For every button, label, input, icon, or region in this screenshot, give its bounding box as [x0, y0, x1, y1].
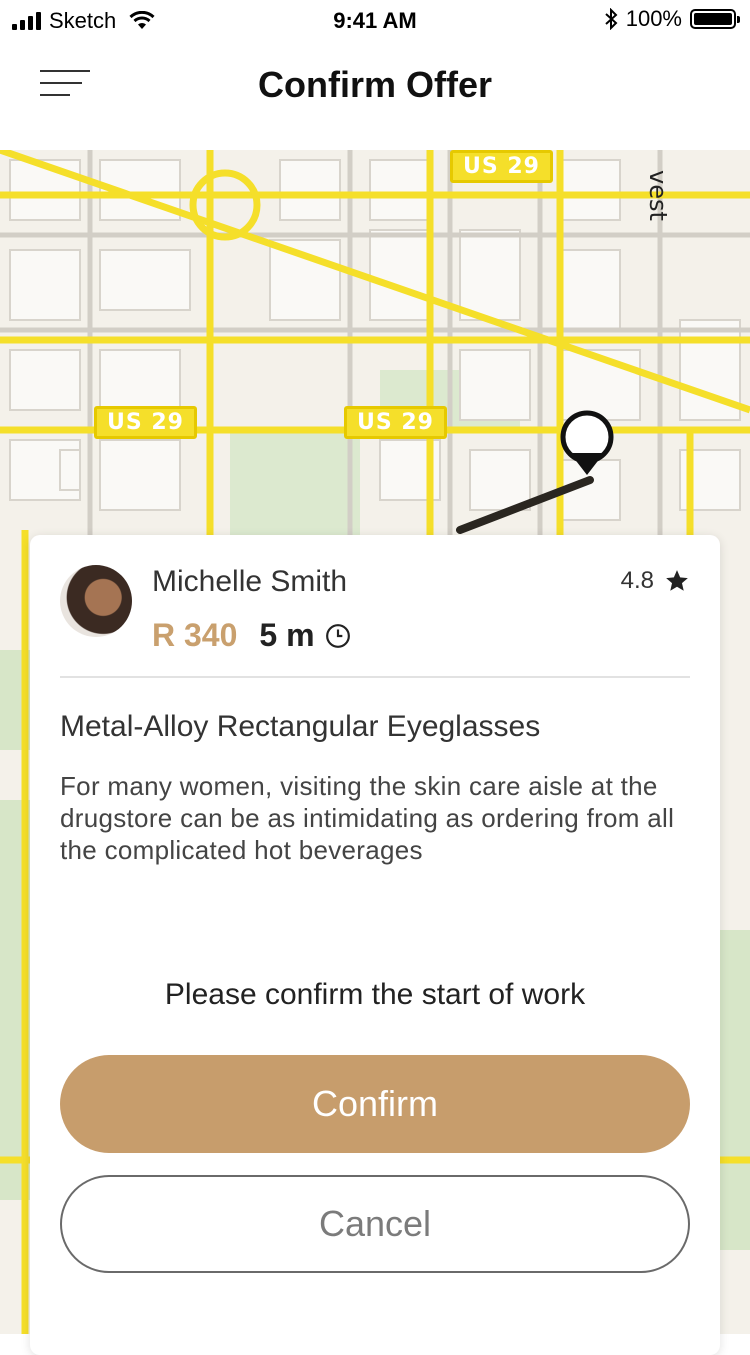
- item-description: For many women, visiting the skin care a…: [60, 771, 675, 865]
- rating-value: 4.8: [620, 567, 654, 594]
- price-row: R 340 5 m: [152, 617, 351, 654]
- nav-bar: Confirm Offer: [0, 40, 750, 150]
- divider: [60, 676, 690, 678]
- route-label: US 29: [450, 150, 553, 183]
- offer-card: Michelle Smith 4.8 R 340 5 m Metal-Alloy…: [30, 535, 720, 1355]
- clock-icon: [325, 623, 350, 648]
- item-title: Metal-Alloy Rectangular Eyeglasses: [60, 710, 541, 743]
- avatar: [60, 565, 132, 637]
- confirm-prompt: Please confirm the start of work: [164, 978, 586, 1011]
- battery-icon: [690, 9, 740, 29]
- bluetooth-icon: [605, 8, 618, 30]
- star-icon: [666, 570, 688, 591]
- duration: 5 m: [259, 617, 315, 653]
- route-label: US 29: [344, 406, 447, 439]
- street-label: vest: [644, 170, 672, 221]
- status-bar: Sketch 9:41 AM 100%: [0, 0, 750, 40]
- battery-percent: 100%: [625, 6, 682, 31]
- status-right: 100%: [604, 6, 740, 32]
- cancel-button[interactable]: Cancel: [60, 1175, 690, 1273]
- user-name: Michelle Smith: [152, 565, 348, 598]
- page-title: Confirm Offer: [258, 64, 492, 105]
- price: R 340: [152, 617, 238, 653]
- rating: 4.8: [621, 567, 690, 595]
- route-label: US 29: [94, 406, 197, 439]
- confirm-button[interactable]: Confirm: [60, 1055, 690, 1153]
